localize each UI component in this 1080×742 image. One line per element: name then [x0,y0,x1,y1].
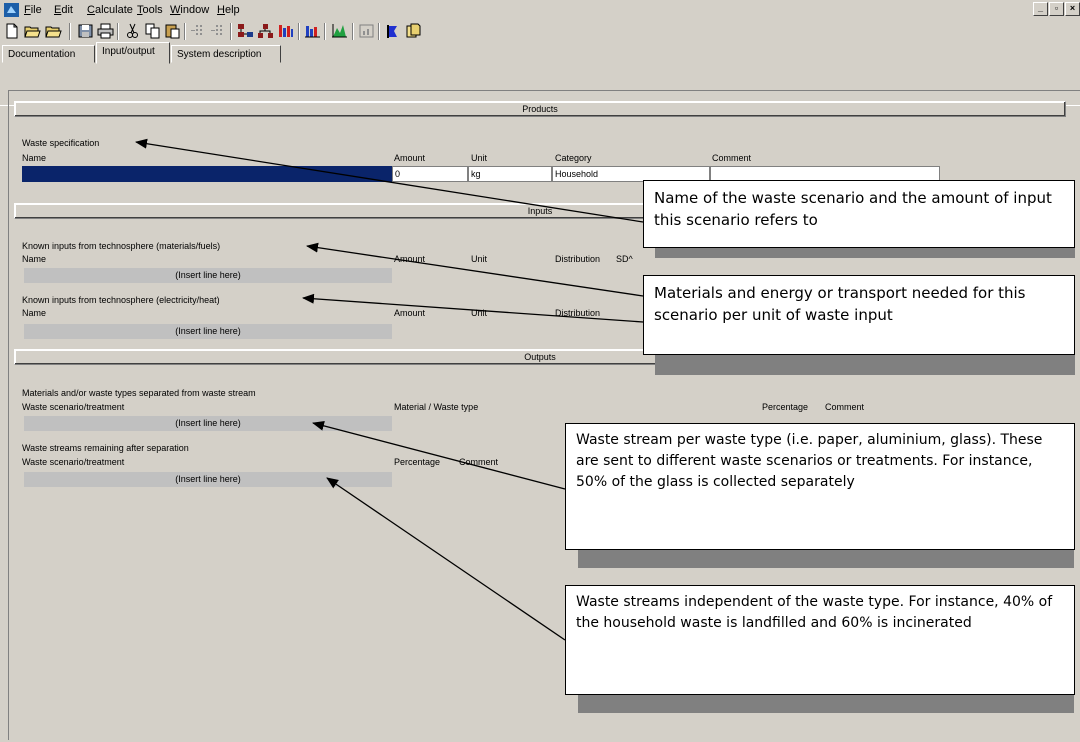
menu-edit[interactable]: Edit [54,4,73,16]
tab-documentation[interactable]: Documentation [2,45,95,63]
copy-icon[interactable] [144,23,161,39]
materials-fuels-title: Known inputs from technosphere (material… [22,241,221,251]
toolbar-separator [324,23,326,40]
waste-unit-field[interactable]: kg [468,166,552,182]
libraries-icon[interactable] [405,23,422,39]
report-icon[interactable] [358,23,375,39]
toolbar-separator [117,23,119,40]
restore-button[interactable]: ▫ [1049,2,1064,16]
menu-calculate[interactable]: Calculate [87,4,133,16]
remaining-streams-title: Waste streams remaining after separation [22,443,189,453]
materials-insert-line[interactable]: (Insert line here) [24,268,392,283]
waste-name-header: Name [22,153,47,163]
print-icon[interactable] [97,23,114,39]
toolbar-separator [230,23,232,40]
toolbar [0,20,1080,42]
bookmark-icon[interactable] [385,23,402,39]
electricity-unit-header: Unit [471,308,488,318]
network-icon[interactable] [237,23,254,39]
waste-category-header: Category [555,153,592,163]
tab-bar: Documentation Input/output System descri… [0,42,1080,106]
menu-tools[interactable]: Tools [137,4,163,16]
analysis-icon[interactable] [331,23,348,39]
separated-materials-title: Materials and/or waste types separated f… [22,388,256,398]
callout-independent-streams: Waste streams independent of the waste t… [565,585,1075,695]
menu-file[interactable]: File [24,4,42,16]
callout-waste-stream-per-type: Waste stream per waste type (i.e. paper,… [565,423,1075,550]
waste-amount-header: Amount [394,153,426,163]
electricity-heat-title: Known inputs from technosphere (electric… [22,295,220,305]
cut-icon[interactable] [124,23,141,39]
products-section-header[interactable]: Products [14,101,1066,117]
open-project-icon[interactable] [45,23,62,39]
menu-help[interactable]: Help [217,4,240,16]
electricity-name-header: Name [22,308,47,318]
insert-row-icon[interactable] [190,23,207,39]
paste-icon[interactable] [164,23,181,39]
electricity-distribution-header: Distribution [555,308,601,318]
toolbar-separator [378,23,380,40]
waste-amount-field[interactable]: 0 [392,166,468,182]
separated-percentage-header: Percentage [762,402,809,412]
minimize-button[interactable]: _ [1033,2,1048,16]
callout-waste-scenario-name: Name of the waste scenario and the amoun… [643,180,1075,248]
waste-comment-header: Comment [712,153,752,163]
tab-system-description[interactable]: System description [171,45,281,63]
new-document-icon[interactable] [4,23,21,39]
materials-distribution-header: Distribution [555,254,601,264]
electricity-amount-header: Amount [394,308,426,318]
remaining-insert-line[interactable]: (Insert line here) [24,472,392,487]
delete-row-icon[interactable] [210,23,227,39]
callout-materials-energy: Materials and energy or transport needed… [643,275,1075,355]
remaining-percentage-header: Percentage [394,457,441,467]
tab-input-output[interactable]: Input/output [96,42,170,64]
waste-unit-header: Unit [471,153,488,163]
tree-icon[interactable] [257,23,274,39]
separated-scenario-header: Waste scenario/treatment [22,402,125,412]
toolbar-separator [298,23,300,40]
materials-sd-header: SD^ [616,254,633,264]
toolbar-separator [184,23,186,40]
waste-name-field[interactable] [22,166,392,182]
materials-unit-header: Unit [471,254,488,264]
remaining-comment-header: Comment [459,457,499,467]
electricity-insert-line[interactable]: (Insert line here) [24,324,392,339]
toolbar-separator [69,23,71,40]
open-folder-icon[interactable] [24,23,41,39]
remaining-scenario-header: Waste scenario/treatment [22,457,125,467]
close-button[interactable]: × [1065,2,1080,16]
toolbar-separator [352,23,354,40]
menu-window[interactable]: Window [170,4,209,16]
app-icon[interactable] [4,3,19,17]
separated-material-header: Material / Waste type [394,402,479,412]
save-icon[interactable] [77,23,94,39]
waste-specification-title: Waste specification [22,138,100,148]
menu-bar: File Edit Calculate Tools Window Help _ … [0,0,1080,20]
inventory-chart-icon[interactable] [277,23,294,39]
materials-name-header: Name [22,254,47,264]
separated-comment-header: Comment [825,402,865,412]
bar-chart-icon[interactable] [304,23,321,39]
separated-insert-line[interactable]: (Insert line here) [24,416,392,431]
materials-amount-header: Amount [394,254,426,264]
